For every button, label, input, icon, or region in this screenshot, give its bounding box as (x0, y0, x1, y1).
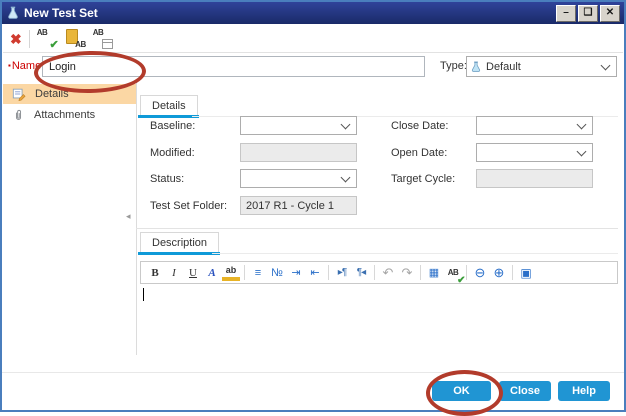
chevron-down-icon (341, 119, 351, 129)
title-bar[interactable]: New Test Set – ❑ ✕ (2, 2, 624, 24)
status-label: Status: (150, 173, 184, 185)
sidebar-item-details[interactable]: Details (3, 84, 136, 104)
tab-description[interactable]: Description (140, 232, 219, 252)
required-marker: ▪ (8, 61, 11, 70)
name-input[interactable] (42, 56, 425, 77)
rich-text-toolbar: B I U A ab ≡ № ⇥ ⇤ ▸¶ ¶◂ ↶ ↷ ▦ AB ✔ ⊖ ⊕ … (140, 261, 618, 284)
increase-indent-icon[interactable]: ⇥ (287, 264, 305, 282)
test-set-folder-field: 2017 R1 - Cycle 1 (240, 196, 357, 215)
chevron-down-icon (577, 146, 587, 156)
sidebar-divider (136, 80, 137, 355)
close-window-button[interactable]: ✕ (600, 5, 620, 22)
bullet-list-icon[interactable]: ≡ (249, 264, 267, 282)
bold-icon[interactable]: B (146, 264, 164, 282)
modified-field (240, 143, 357, 162)
clear-fields-icon[interactable]: ✖ (10, 32, 22, 46)
target-cycle-label: Target Cycle: (391, 173, 455, 185)
rtl-paragraph-icon[interactable]: ¶◂ (352, 264, 370, 282)
underline-icon[interactable]: U (184, 264, 202, 282)
chevron-down-icon (601, 60, 611, 70)
description-tab-strip: Description (140, 232, 219, 255)
minimize-button[interactable]: – (556, 5, 576, 22)
full-screen-icon[interactable]: ▣ (517, 264, 535, 282)
close-button[interactable]: Close (499, 381, 551, 401)
status-dropdown[interactable] (240, 169, 357, 188)
tab-details[interactable]: Details (140, 95, 198, 115)
details-form-icon (12, 87, 26, 101)
name-label: ▪Name: (8, 60, 44, 72)
check-spelling-icon[interactable]: AB ✔ (37, 28, 58, 49)
type-dropdown[interactable]: Default (466, 56, 617, 77)
open-date-dropdown[interactable] (476, 143, 593, 162)
type-label: Type: (440, 60, 467, 72)
baseline-dropdown[interactable] (240, 116, 357, 135)
decrease-indent-icon[interactable]: ⇤ (306, 264, 324, 282)
type-value: Default (486, 61, 521, 73)
sidebar-item-attachments[interactable]: Attachments (3, 105, 136, 125)
target-cycle-field (476, 169, 593, 188)
highlight-icon[interactable]: ab (222, 264, 240, 281)
tab-strip-line (212, 253, 618, 254)
dialog-title: New Test Set (24, 6, 98, 20)
close-date-label: Close Date: (391, 120, 448, 132)
modified-label: Modified: (150, 147, 195, 159)
splitter-collapse-icon[interactable]: ◂ (126, 211, 131, 222)
section-divider (136, 228, 618, 229)
spelling-options-icon[interactable]: AB (93, 28, 114, 49)
close-date-dropdown[interactable] (476, 116, 593, 135)
spell-check-icon[interactable]: AB ✔ (444, 264, 462, 282)
open-date-label: Open Date: (391, 147, 447, 159)
redo-icon[interactable]: ↷ (398, 264, 416, 282)
text-cursor (143, 288, 144, 301)
footer-divider (2, 372, 624, 373)
italic-icon[interactable]: I (165, 264, 183, 282)
chevron-down-icon (577, 119, 587, 129)
maximize-button[interactable]: ❑ (578, 5, 598, 22)
thesaurus-icon[interactable]: AB (65, 28, 86, 49)
zoom-out-icon[interactable]: ⊖ (471, 264, 489, 282)
numbered-list-icon[interactable]: № (268, 264, 286, 282)
help-button[interactable]: Help (558, 381, 610, 401)
new-test-set-dialog: New Test Set – ❑ ✕ ✖ AB ✔ AB AB ▪Name: T… (0, 0, 626, 412)
undo-icon[interactable]: ↶ (379, 264, 397, 282)
dialog-toolbar: ✖ AB ✔ AB AB (3, 25, 623, 53)
sidebar-item-label: Attachments (34, 109, 95, 121)
zoom-in-icon[interactable]: ⊕ (490, 264, 508, 282)
test-set-type-icon (470, 61, 482, 73)
ok-button[interactable]: OK (432, 381, 491, 401)
details-tab-underline (138, 115, 199, 118)
test-set-icon (6, 6, 20, 20)
toolbar-separator (29, 30, 30, 48)
details-tab-strip: Details (140, 95, 198, 118)
chevron-down-icon (341, 172, 351, 182)
sidebar-item-label: Details (35, 88, 69, 100)
ltr-paragraph-icon[interactable]: ▸¶ (333, 264, 351, 282)
paperclip-icon (12, 109, 25, 122)
description-tab-underline (138, 252, 220, 255)
font-color-icon[interactable]: A (203, 264, 221, 282)
description-editor-area[interactable] (140, 284, 618, 355)
test-set-folder-label: Test Set Folder: (150, 200, 227, 212)
baseline-label: Baseline: (150, 120, 195, 132)
insert-table-icon[interactable]: ▦ (425, 264, 443, 282)
